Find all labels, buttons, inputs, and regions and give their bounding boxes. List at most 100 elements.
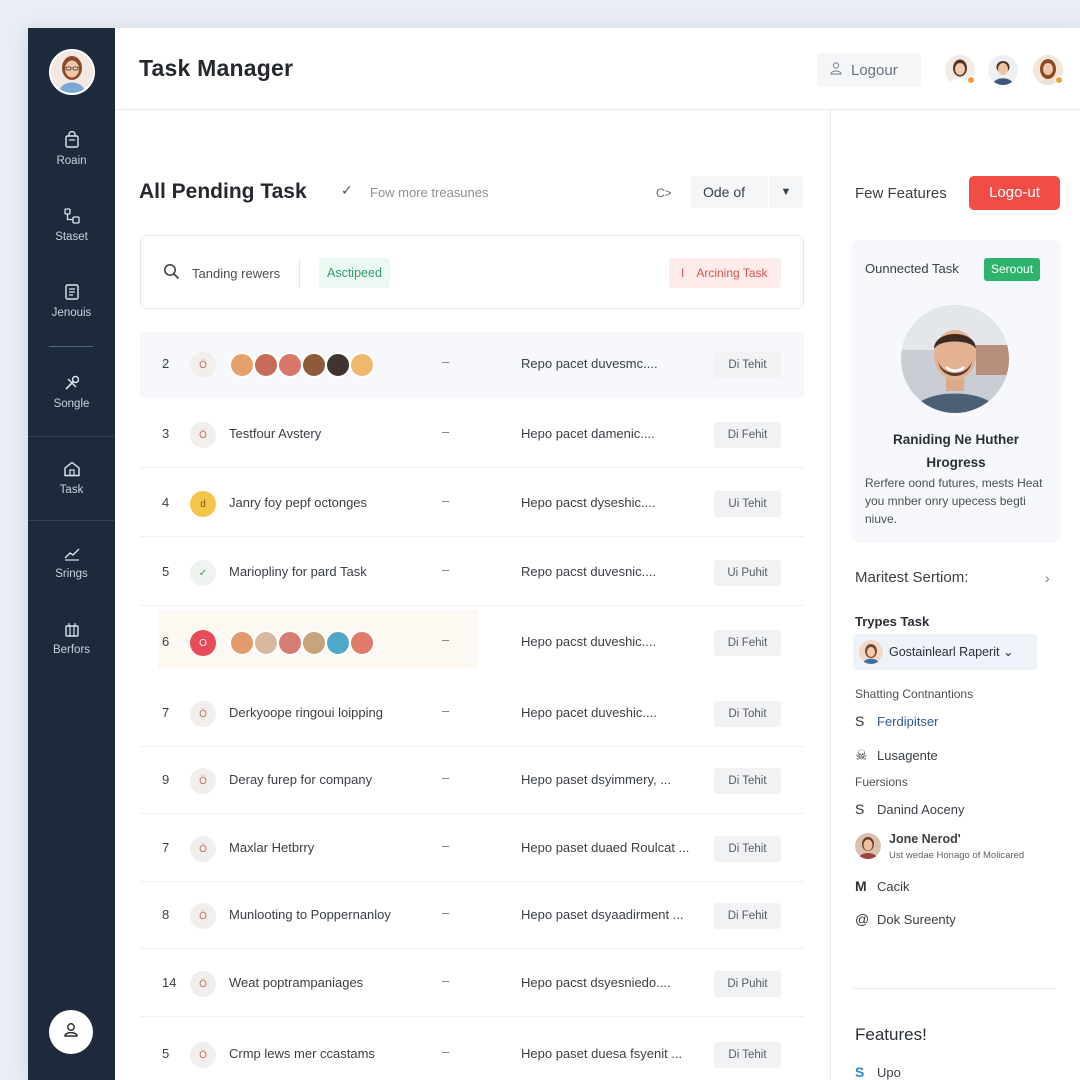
- row-description: Hepo pacst dsyesniedo....: [521, 975, 671, 990]
- person-name[interactable]: Jone Nerod': [889, 832, 961, 846]
- profile-name: Raniding Ne Huther Hrogress: [851, 428, 1061, 474]
- status-icon[interactable]: Ö: [190, 422, 216, 448]
- status-icon[interactable]: Ö: [190, 903, 216, 929]
- link-cacik[interactable]: M Cacik: [855, 878, 910, 894]
- order-select[interactable]: Ode of ▼: [691, 176, 803, 208]
- table-row[interactable]: 5 Ö Crmp lews mer ccastams – Hepo paset …: [140, 1022, 804, 1080]
- status-icon[interactable]: d: [190, 491, 216, 517]
- sidebar-item-srings[interactable]: Srings: [28, 544, 115, 580]
- table-row[interactable]: 5 ✓ Marioplinу for pard Task – Repo pacs…: [140, 540, 804, 606]
- row-tag[interactable]: Di Tehit: [714, 1042, 781, 1068]
- row-tag[interactable]: Di Fehit: [714, 630, 781, 656]
- sidebar-item-berfors[interactable]: Berfors: [28, 620, 115, 656]
- sidebar-item-label: Task: [59, 484, 84, 496]
- row-number: 14: [162, 975, 177, 990]
- row-tag[interactable]: Di Tohit: [714, 701, 781, 727]
- table-row[interactable]: 9 Ö Deray furep for company – Hepo paset…: [140, 748, 804, 814]
- table-row[interactable]: 2 Ö – Repo pacet duvesmc.... Di Tehit: [140, 332, 804, 398]
- header-avatar-2[interactable]: [988, 55, 1018, 85]
- types-task-label: Trypes Task: [855, 614, 930, 629]
- right-panel: Few Features Logo-ut Ounnected Task Sero…: [830, 110, 1080, 1080]
- sidebar-item-label: Staset: [55, 231, 88, 243]
- row-separator: –: [442, 562, 450, 577]
- type-select[interactable]: Gostainlearl Raperit ⌄: [853, 634, 1037, 670]
- link-danind-aoceny[interactable]: S Danind Aoceny: [855, 801, 964, 817]
- table-row[interactable]: 7 Ö Derkyoope ringoui loipping – Hepo pa…: [140, 681, 804, 747]
- sidebar-divider: [28, 436, 115, 437]
- task-name[interactable]: Crmp lews mer ccastams: [229, 1046, 375, 1061]
- app-window: Roain Staset Jenouis Songle Task Srings …: [28, 28, 1080, 1080]
- sidebar: Roain Staset Jenouis Songle Task Srings …: [28, 28, 115, 1080]
- logout-top-button[interactable]: Logour: [817, 53, 921, 87]
- sidebar-item-staset[interactable]: Staset: [28, 207, 115, 243]
- search-label[interactable]: Tanding rewers: [192, 266, 280, 281]
- task-name[interactable]: Janry foy pepf octonges: [229, 495, 367, 510]
- row-tag[interactable]: Di Fehit: [714, 422, 781, 448]
- row-tag[interactable]: Di Tehit: [714, 352, 781, 378]
- task-name[interactable]: Deray furep for company: [229, 772, 372, 787]
- task-name[interactable]: Derkyoope ringoui loipping: [229, 705, 383, 720]
- table-row[interactable]: 3 Ö Testfour Avstery – Hepo pacet dameni…: [140, 402, 804, 468]
- section-title[interactable]: Maritest Sertiom:: [855, 569, 968, 586]
- account-button[interactable]: [49, 1010, 93, 1054]
- link-dok-sureenty[interactable]: @ Dok Sureenty: [855, 911, 956, 927]
- status-icon[interactable]: Ö: [190, 1042, 216, 1068]
- accepted-filter-badge[interactable]: Asctipeed: [319, 258, 390, 288]
- row-description: Hepo pacst duveshic....: [521, 634, 657, 649]
- flow-icon: [63, 207, 81, 225]
- avatar: [277, 630, 303, 656]
- row-separator: –: [442, 905, 450, 920]
- check-icon[interactable]: ✓: [341, 182, 353, 199]
- row-description: Hepo pacet duveshic....: [521, 705, 657, 720]
- table-row[interactable]: 6 O – Hepo pacst duveshic.... Di Fehit: [140, 610, 804, 676]
- status-icon[interactable]: ✓: [190, 560, 216, 586]
- status-icon[interactable]: Ö: [190, 701, 216, 727]
- row-separator: –: [442, 632, 450, 647]
- sidebar-item-task[interactable]: Task: [28, 460, 115, 496]
- task-name[interactable]: Marioplinу for pard Task: [229, 564, 367, 579]
- user-avatar[interactable]: [49, 49, 95, 95]
- status-icon[interactable]: Ö: [190, 836, 216, 862]
- sidebar-item-roain[interactable]: Roain: [28, 130, 115, 167]
- fuersions-label: Fuersions: [855, 775, 908, 789]
- item-label: Danind Aoceny: [877, 802, 965, 817]
- row-tag[interactable]: Di Puhit: [714, 971, 781, 997]
- avatar: [229, 352, 255, 378]
- link-ferdipitser[interactable]: S Ferdipitser: [855, 713, 938, 729]
- archiving-task-badge[interactable]: I Arcining Task: [669, 258, 781, 288]
- table-row[interactable]: 8 Ö Munlooting to Poppernanloy – Hepo pa…: [140, 883, 804, 949]
- task-name[interactable]: Testfour Avstery: [229, 426, 321, 441]
- features-title: Features!: [855, 1025, 927, 1044]
- sort-icon[interactable]: C>: [656, 186, 672, 200]
- badge-marker: I: [681, 266, 685, 280]
- sidebar-item-label: Songle: [53, 398, 90, 410]
- row-description: Hepo paset dsyaadirment ...: [521, 907, 684, 922]
- row-tag[interactable]: Di Fehit: [714, 903, 781, 929]
- logout-button[interactable]: Logo-ut: [969, 176, 1060, 210]
- status-icon[interactable]: O: [190, 630, 216, 656]
- sidebar-item-songle[interactable]: Songle: [28, 374, 115, 410]
- row-separator: –: [442, 770, 450, 785]
- table-row[interactable]: 14 Ö Weat poptrampaniages – Hepo pacst d…: [140, 951, 804, 1017]
- avatar: [859, 640, 883, 664]
- table-row[interactable]: 7 Ö Maxlar Hetbrry – Hepo paset duaed Ro…: [140, 816, 804, 882]
- row-number: 2: [162, 356, 170, 371]
- chevron-right-icon[interactable]: ›: [1045, 570, 1050, 586]
- sidebar-item-jenouis[interactable]: Jenouis: [28, 283, 115, 319]
- row-tag[interactable]: Ui Puhit: [714, 560, 781, 586]
- row-tag[interactable]: Di Tehit: [714, 768, 781, 794]
- search-icon[interactable]: [163, 263, 180, 285]
- status-badge[interactable]: Seroout: [984, 258, 1041, 281]
- status-icon[interactable]: Ö: [190, 768, 216, 794]
- link-upo[interactable]: S Upo: [855, 1064, 901, 1080]
- status-icon[interactable]: Ö: [190, 352, 216, 378]
- row-tag[interactable]: Di Tehit: [714, 836, 781, 862]
- table-row[interactable]: 4 d Janry foy pepf octonges – Hepo pacst…: [140, 471, 804, 537]
- task-name[interactable]: Weat poptrampaniages: [229, 975, 363, 990]
- task-name[interactable]: Munlooting to Poppernanloy: [229, 907, 391, 922]
- task-name[interactable]: Maxlar Hetbrry: [229, 840, 314, 855]
- link-lusagente[interactable]: ☠ Lusagente: [855, 747, 938, 764]
- person-avatar[interactable]: [855, 833, 881, 859]
- status-icon[interactable]: Ö: [190, 971, 216, 997]
- row-tag[interactable]: Ui Tehit: [714, 491, 781, 517]
